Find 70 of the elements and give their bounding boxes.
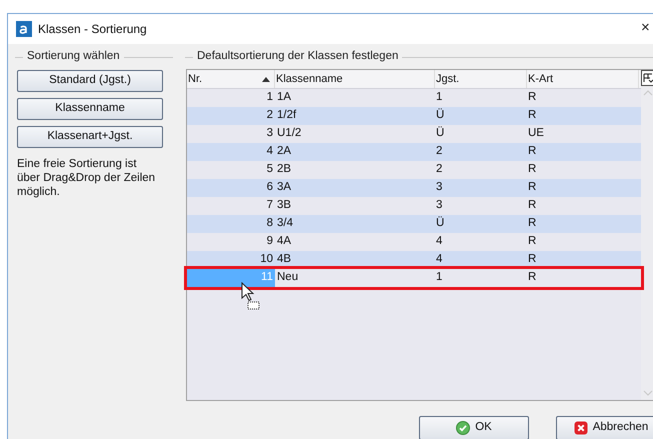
table-cell-text: 2 — [435, 162, 444, 177]
table-cell-text: 4 — [435, 234, 444, 249]
close-button[interactable]: × — [641, 20, 650, 35]
group-title: Sortierung wählen — [27, 49, 120, 64]
table-cell-text: R — [527, 234, 538, 249]
table-cell-text: 2 — [435, 144, 444, 159]
table-cell-text: R — [527, 252, 538, 267]
sort-button[interactable]: Klassenname — [17, 98, 163, 120]
hint-text: Eine freie Sortierung ist über Drag&Drop der Zeilen möglich. — [17, 157, 156, 199]
table-cell-text: 2B — [276, 162, 292, 177]
ok-button[interactable]: OK — [419, 416, 529, 439]
table-cell-text: 7 — [266, 198, 274, 213]
column-header[interactable]: K-Art — [527, 70, 639, 88]
table-cell-text: U1/2 — [276, 126, 302, 141]
table-cell-text: UE — [527, 126, 545, 141]
table-cell-text: 1 — [435, 90, 444, 105]
table-cell-text: Ü — [435, 215, 446, 231]
table-cell-text: 1 — [435, 270, 444, 285]
table-cell-text: 10 — [259, 252, 274, 267]
check-icon — [456, 421, 470, 435]
table-cell-text: Neu — [276, 270, 300, 285]
table-cell-text: R — [527, 144, 538, 159]
table-cell-text: 3 — [435, 180, 444, 195]
sort-button[interactable]: Klassenart+Jgst. — [17, 126, 163, 148]
table-cell-text: 3A — [276, 180, 292, 195]
table-cell: 11 — [187, 269, 275, 287]
column-header[interactable]: Jgst. — [435, 70, 527, 88]
window-title: Klassen - Sortierung — [38, 21, 147, 38]
table-cell-text: R — [527, 180, 538, 195]
table-row[interactable]: 2 1/2f Ü R — [187, 107, 641, 125]
scroll-up-icon[interactable] — [643, 90, 653, 96]
table-cell-text: R — [527, 108, 538, 123]
table-cell-text: Ü — [435, 125, 446, 141]
table-cell-text: 1 — [266, 90, 274, 105]
table-cell-text: 4 — [266, 144, 274, 159]
scroll-down-icon[interactable] — [643, 390, 653, 396]
drag-cursor-icon — [241, 282, 261, 310]
table-cell-text: 3 — [266, 126, 274, 141]
table-cell-text: R — [527, 162, 538, 177]
table-cell-text: R — [527, 198, 538, 213]
table-cell-text: Ü — [435, 107, 446, 123]
table-cell-text: 2 — [266, 108, 274, 123]
table-cell-text: 4 — [435, 252, 444, 267]
app-icon — [16, 21, 32, 37]
table-cell-text: 1/2f — [276, 108, 298, 123]
table-row[interactable]: 4 2A 2 R — [187, 143, 641, 161]
column-header[interactable]: Nr. — [187, 70, 275, 88]
table-cell-text: 8 — [266, 216, 274, 231]
table-cell-text: 5 — [266, 162, 274, 177]
table-cell-text: 4A — [276, 234, 292, 249]
table-cell-text: 9 — [266, 234, 274, 249]
table-cell-text: 3/4 — [276, 216, 294, 231]
table-row[interactable]: 6 3A 3 R — [187, 179, 641, 197]
sort-arrow-icon — [262, 77, 270, 82]
table-row[interactable]: 8 3/4 Ü R — [187, 215, 641, 233]
close-icon — [574, 421, 588, 435]
table-cell-text: R — [527, 216, 538, 231]
column-chooser-icon[interactable] — [641, 70, 653, 86]
column-header[interactable]: Klassenname — [275, 70, 435, 88]
table-cell-text: 4B — [276, 252, 292, 267]
cancel-button[interactable]: Abbrechen — [556, 416, 653, 439]
table-cell-text: 6 — [266, 180, 274, 195]
table-cell-text: R — [527, 90, 538, 105]
table-cell-text: 1A — [276, 90, 292, 105]
group-title: Defaultsortierung der Klassen festlegen — [197, 49, 398, 64]
sort-button[interactable]: Standard (Jgst.) — [17, 70, 163, 92]
table-cell-text: R — [527, 270, 538, 285]
table-cell-text: 3B — [276, 198, 292, 213]
table-cell-text: 2A — [276, 144, 292, 159]
table-cell-text: 3 — [435, 198, 444, 213]
